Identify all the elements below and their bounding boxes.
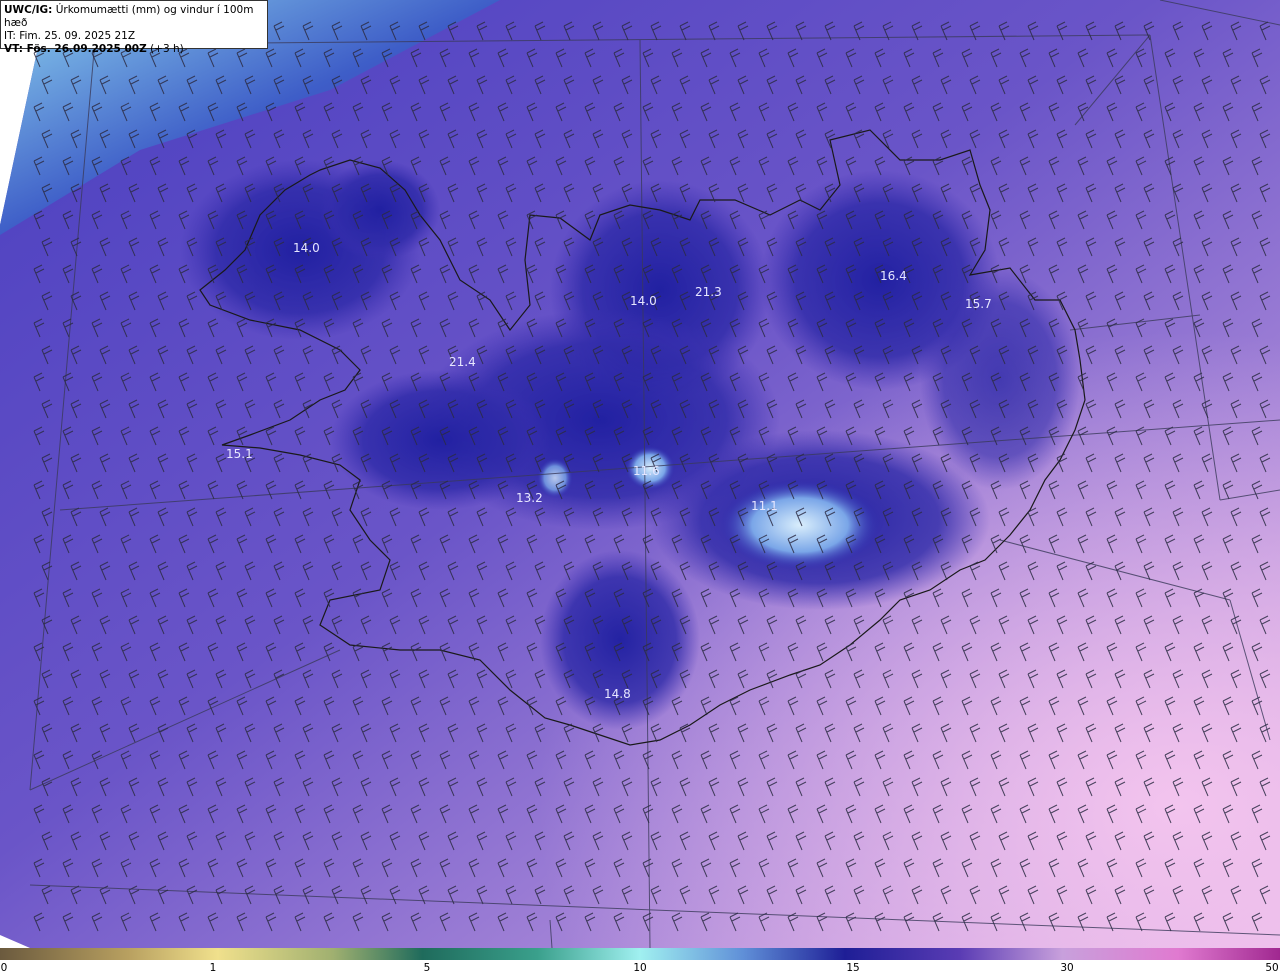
map-title-box: UWC/IG: Úrkomumætti (mm) og vindur í 100… xyxy=(0,0,268,55)
colorbar-tick: 30 xyxy=(1060,962,1074,974)
value-label: 14.8 xyxy=(604,687,631,701)
precipitation-wind-map: 14.0 14.0 21.3 16.4 15.7 21.4 15.1 13.2 … xyxy=(0,0,1280,948)
value-label: 11.1 xyxy=(751,499,778,513)
value-label: 11.6 xyxy=(633,464,660,478)
valid-time: VT: Fös. 26.09.2025 00Z (+3 h) xyxy=(4,43,184,55)
product-title: UWC/IG: Úrkomumætti (mm) og vindur í 100… xyxy=(4,4,254,29)
value-label: 21.4 xyxy=(449,355,476,369)
value-label: 13.2 xyxy=(516,491,543,505)
value-label: 21.3 xyxy=(695,285,722,299)
colorbar-tick: 15 xyxy=(846,962,860,974)
colorbar-tick: 10 xyxy=(633,962,647,974)
value-label: 14.0 xyxy=(630,294,657,308)
value-label: 14.0 xyxy=(293,241,320,255)
value-label: 16.4 xyxy=(880,269,907,283)
colorbar-tick: 50 xyxy=(1265,962,1279,974)
colorbar-tick: 1 xyxy=(209,962,217,974)
value-label: 15.1 xyxy=(226,447,253,461)
precip-colorbar xyxy=(0,948,1280,960)
weather-map-view: 14.0 14.0 21.3 16.4 15.7 21.4 15.1 13.2 … xyxy=(0,0,1280,978)
colorbar-tick: 0 xyxy=(0,962,8,974)
value-label: 15.7 xyxy=(965,297,992,311)
colorbar-tick: 5 xyxy=(423,962,431,974)
initial-time: IT: Fim. 25. 09. 2025 21Z xyxy=(4,30,136,42)
